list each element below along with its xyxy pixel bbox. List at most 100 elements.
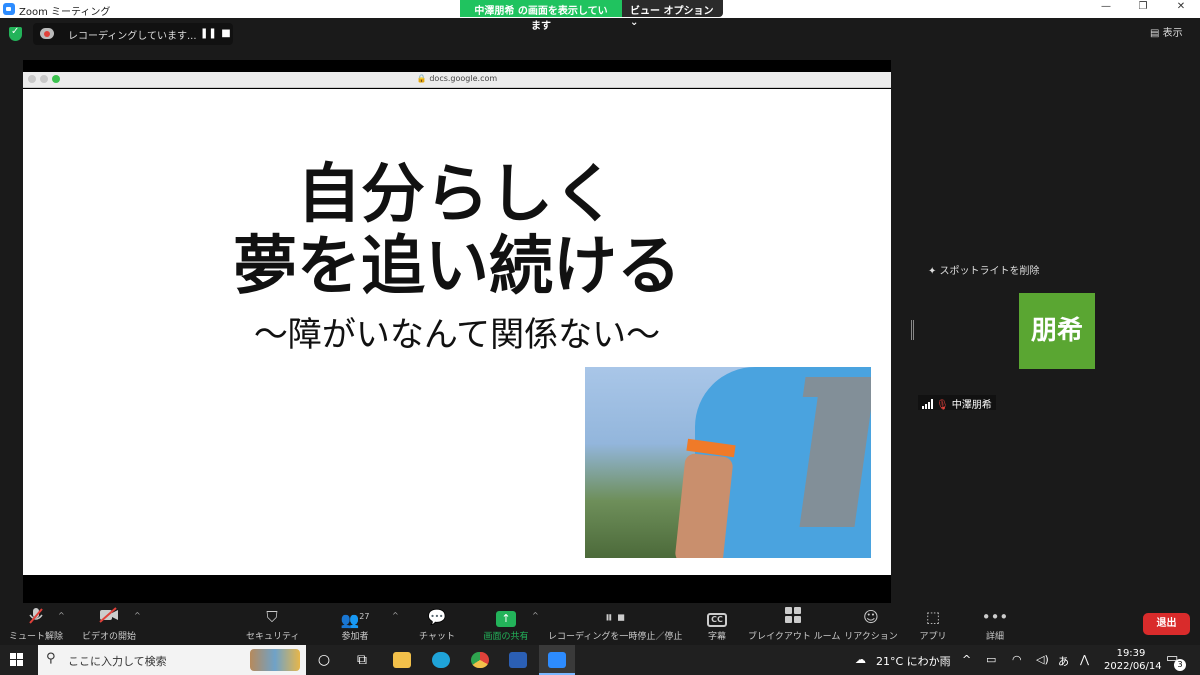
participants-chevron-icon[interactable]: ^ [392, 611, 399, 620]
share-icon-wrap: ↑ [478, 607, 534, 627]
battery-icon[interactable]: ▭ [986, 653, 996, 666]
smile-icon: ☺ [863, 608, 879, 626]
volume-icon[interactable]: ◁) [1036, 653, 1049, 666]
clock-date: 2022/06/14 [1104, 661, 1162, 672]
mic-muted-icon [8, 607, 64, 627]
more-icon: ••• [981, 608, 1009, 626]
reactions-label: リアクション [844, 632, 898, 642]
captions-button[interactable]: CC 字幕 [700, 607, 734, 642]
search-placeholder: ここに入力して検索 [68, 655, 167, 668]
search-highlight-image [250, 649, 300, 671]
apps-icon: ⬚ [925, 608, 941, 626]
file-explorer-icon[interactable] [384, 645, 420, 675]
zoom-logo-icon [3, 3, 15, 15]
more-button[interactable]: ••• 詳細 [978, 607, 1012, 642]
audio-options-chevron-icon[interactable]: ^ [58, 611, 65, 620]
participants-label: 参加者 [341, 632, 369, 642]
task-view-icon[interactable]: ⧉ [344, 645, 380, 675]
screen-share-banner: 中澤朋希 の画面を表示しています [460, 0, 622, 32]
show-hidden-icons-chevron-icon[interactable]: ^ [962, 653, 971, 666]
browser-toolbar: 🔒 docs.google.com [23, 72, 891, 88]
pause-stop-recording-button[interactable]: ⏸ ⏹ レコーディングを一時停止／停止 [548, 607, 682, 642]
remove-spotlight-button[interactable]: ✦ スポットライトを削除 [928, 262, 1040, 277]
chrome-browser-icon[interactable] [462, 645, 498, 675]
share-screen-label: 画面の共有 [483, 632, 529, 642]
cortana-icon[interactable]: ○ [306, 645, 342, 675]
security-label: セキュリティ [246, 632, 300, 642]
recording-controls-label: レコーディングを一時停止／停止 [548, 632, 683, 642]
reactions-button[interactable]: ☺ リアクション [844, 607, 898, 642]
chat-label: チャット [419, 632, 455, 642]
start-video-button[interactable]: ビデオの開始 [80, 607, 138, 642]
participants-button[interactable]: 👥27 参加者 [334, 607, 376, 642]
close-button[interactable]: ✕ [1173, 1, 1189, 17]
grid-icon-wrap [748, 607, 838, 627]
minimize-button[interactable]: — [1098, 1, 1114, 17]
unmute-button[interactable]: ミュート解除 [8, 607, 64, 642]
unmute-label: ミュート解除 [8, 632, 63, 642]
leave-button[interactable]: 退出 [1143, 613, 1190, 635]
start-video-label: ビデオの開始 [81, 632, 136, 642]
cloud-record-icon [40, 28, 54, 39]
record-controls-icon: ⏸ ⏹ [605, 608, 625, 626]
clock-time: 19:39 [1116, 648, 1146, 659]
pause-recording-button[interactable]: ❚❚ [200, 28, 217, 40]
zoom-taskbar-icon[interactable] [539, 645, 575, 675]
slide-photo [585, 367, 871, 558]
presentation-slide: 自分らしく 夢を追い続ける 〜障がいなんて関係ない〜 [23, 89, 891, 575]
windows-start-icon[interactable] [10, 653, 24, 667]
wifi-icon[interactable]: ◠ [1012, 653, 1022, 666]
view-display-button[interactable]: ▤ 表示 [1150, 24, 1183, 39]
breakout-rooms-button[interactable]: ブレイクアウト ルーム [748, 607, 841, 642]
apps-label: アプリ [919, 632, 947, 642]
search-icon: ⚲ [46, 651, 56, 666]
weather-text[interactable]: 21°C にわか雨 [876, 653, 951, 669]
photo-arm [674, 452, 734, 558]
view-options-button[interactable]: ビュー オプション ⌄ [622, 0, 723, 28]
breakout-rooms-label: ブレイクアウト ルーム [748, 632, 841, 642]
cc-icon: CC [707, 613, 727, 627]
participant-count: 27 [359, 612, 370, 621]
slide-title-line-2: 夢を追い続ける [233, 230, 681, 304]
signal-bars-icon [922, 399, 933, 409]
chat-button[interactable]: 💬 チャット [418, 607, 456, 642]
restore-button[interactable]: ❐ [1135, 1, 1151, 17]
share-options-chevron-icon[interactable]: ^ [532, 611, 539, 620]
chat-icon: 💬 [427, 608, 447, 626]
edge-browser-icon[interactable] [423, 645, 459, 675]
participant-name-tag: 🎙 中澤朋希 [918, 395, 996, 411]
slide-subtitle: 〜障がいなんて関係ない〜 [253, 315, 661, 355]
shield-icon: ⛉ [266, 608, 278, 626]
share-screen-button[interactable]: ↑ 画面の共有 [478, 607, 534, 642]
ime-indicator[interactable]: あ [1058, 653, 1069, 669]
zoom-window: Zoom ミーティング 中澤朋希 の画面を表示しています ビュー オプション ⌄… [0, 0, 1200, 675]
window-title: Zoom ミーティング [19, 7, 111, 18]
share-icon: ↑ [496, 611, 516, 627]
panel-resize-handle[interactable] [911, 320, 914, 340]
more-label: 詳細 [985, 632, 1004, 642]
security-shield-icon[interactable] [9, 26, 22, 41]
recording-status: レコーディングしています... [68, 31, 197, 42]
security-button[interactable]: ⛉ セキュリティ [246, 607, 300, 642]
word-icon[interactable] [500, 645, 536, 675]
video-options-chevron-icon[interactable]: ^ [134, 611, 141, 620]
people-icon: 👥27 [340, 611, 370, 629]
shared-screen: 🔒 docs.google.com 自分らしく 夢を追い続ける 〜障がいなんて関… [23, 60, 891, 603]
participant-avatar[interactable]: 朋希 [1019, 293, 1095, 369]
video-off-icon [80, 607, 138, 627]
stop-recording-button[interactable]: ■ [220, 28, 232, 40]
browser-url: 🔒 docs.google.com [416, 74, 498, 83]
muted-mic-icon: 🎙 [936, 400, 949, 411]
title-bar: Zoom ミーティング 中澤朋希 の画面を表示しています ビュー オプション ⌄… [0, 0, 1200, 32]
weather-icon[interactable]: ☁ [855, 653, 866, 666]
grid-icon [785, 607, 801, 623]
recording-indicator: レコーディングしています... ❚❚ ■ [33, 23, 233, 45]
taskbar-clock[interactable]: 19:39 2022/06/14 [1104, 647, 1162, 673]
taskbar-search-box[interactable]: ⚲ ここに入力して検索 [38, 645, 306, 675]
cc-icon-wrap: CC [700, 607, 734, 627]
meeting-toolbar: ミュート解除 ^ ビデオの開始 ^ ⛉ セキュリティ 👥27 参加者 ^ 💬 チ… [0, 603, 1200, 645]
adobe-icon[interactable]: ⋀ [1080, 653, 1089, 666]
apps-button[interactable]: ⬚ アプリ [916, 607, 950, 642]
notification-count-badge: 3 [1174, 659, 1186, 671]
captions-label: 字幕 [707, 632, 726, 642]
